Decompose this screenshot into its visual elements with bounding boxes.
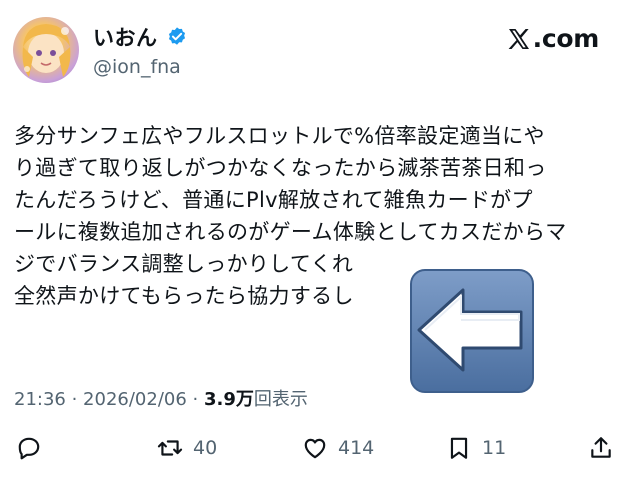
tweet-card: いおん @ion_fna .com 多分サンフェ広やフルスロットルで%倍率設定適… xyxy=(0,0,631,480)
share-button[interactable] xyxy=(588,430,624,466)
avatar-image xyxy=(22,24,71,77)
author-name-row: いおん xyxy=(93,22,188,52)
tweet-time[interactable]: 21:36 xyxy=(14,389,66,410)
author-handle[interactable]: @ion_fna xyxy=(93,56,181,78)
tweet-line: り過ぎて取り返しがつかなくなったから滅茶苦茶日和っ xyxy=(14,156,547,180)
meta-separator: · xyxy=(65,389,84,410)
bookmark-icon xyxy=(450,437,468,459)
left-arrow-icon xyxy=(410,269,534,393)
tweet-line: ールに複数追加されるのがゲーム体験としてカスだからマ xyxy=(14,220,567,244)
like-count: 414 xyxy=(338,437,375,459)
share-icon xyxy=(591,437,611,458)
tweet-actions: 40 414 11 xyxy=(0,430,631,466)
like-button[interactable]: 414 xyxy=(302,430,374,466)
view-count: 3.9万 xyxy=(203,389,254,410)
retweet-count: 40 xyxy=(193,437,218,459)
bookmark-count: 11 xyxy=(482,437,507,459)
x-brand: .com xyxy=(507,24,599,53)
retweet-button[interactable]: 40 xyxy=(157,430,217,466)
tweet-date[interactable]: 2026/02/06 xyxy=(83,389,187,410)
author-display-name[interactable]: いおん xyxy=(93,22,158,52)
reply-icon xyxy=(18,437,40,460)
tweet-line: たんだろうけど、普通にPlv解放されて雑魚カードがプ xyxy=(14,188,533,212)
x-logo-icon xyxy=(508,28,529,49)
brand-domain: .com xyxy=(532,24,600,53)
reply-button[interactable] xyxy=(16,430,52,466)
avatar[interactable] xyxy=(13,17,79,83)
tweet-line: 多分サンフェ広やフルスロットルで%倍率設定適当にや xyxy=(14,124,545,148)
meta-separator: · xyxy=(186,389,204,410)
retweet-icon xyxy=(157,440,183,456)
verified-badge-icon xyxy=(168,27,185,45)
view-label: 回表示 xyxy=(253,389,308,410)
tweet-meta: 21:36 · 2026/02/06 · 3.9万回表示 xyxy=(14,385,308,411)
bookmark-button[interactable]: 11 xyxy=(446,430,506,466)
heart-icon xyxy=(304,438,326,459)
